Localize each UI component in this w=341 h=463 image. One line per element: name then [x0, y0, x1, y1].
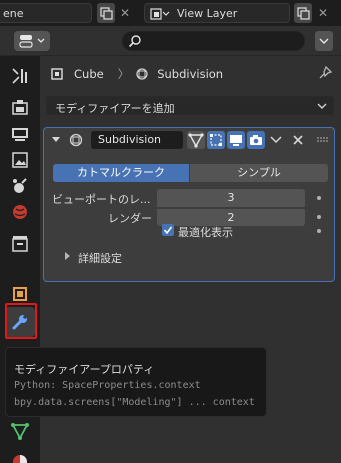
- edit-mode-toggle[interactable]: [187, 131, 205, 149]
- on-cage-toggle[interactable]: [207, 131, 225, 149]
- keyframe-dot[interactable]: [317, 196, 321, 200]
- tool-icon: [12, 68, 27, 84]
- object-icon: [13, 287, 27, 301]
- duplicate-icon: [297, 7, 310, 20]
- keyframe-dot[interactable]: [317, 229, 321, 233]
- subdivision-icon: [69, 133, 83, 147]
- tab-tool[interactable]: [8, 64, 32, 88]
- collapse-arrow-icon[interactable]: [51, 134, 61, 146]
- new-view-layer-button[interactable]: [294, 3, 312, 23]
- simple-option[interactable]: シンプル: [190, 164, 328, 182]
- modifier-name: Subdivision: [98, 133, 162, 146]
- add-modifier-dropdown[interactable]: モディファイアーを追加: [46, 96, 334, 115]
- edit-mode-icon: [188, 133, 204, 148]
- tooltip-python: Python: SpaceProperties.context: [14, 380, 201, 391]
- keyframe-dot[interactable]: [317, 215, 321, 219]
- chevron-down-icon: [319, 38, 329, 44]
- tab-render[interactable]: [8, 96, 32, 120]
- modifier-icon: [136, 68, 148, 80]
- tab-view-layer[interactable]: [8, 148, 32, 172]
- chevron-down-icon: [317, 103, 327, 109]
- editor-type-icon: [19, 35, 45, 48]
- properties-header: [0, 26, 341, 56]
- close-icon[interactable]: ✕: [120, 6, 130, 20]
- subdivision-modifier-panel: Subdivision カトマルクラーク シンプル ビューポートのレ... 3 …: [43, 127, 335, 282]
- render-toggle[interactable]: [247, 131, 265, 149]
- advanced-subpanel-label[interactable]: 詳細設定: [78, 250, 122, 266]
- world-icon: [13, 205, 27, 219]
- render-levels-label: レンダー: [108, 212, 152, 225]
- image-icon: [12, 152, 28, 168]
- object-icon: [51, 68, 63, 80]
- view-layer-icon: [150, 8, 170, 20]
- breadcrumb-modifier: Subdivision: [157, 67, 224, 81]
- tooltip: モディファイアープロパティ Python: SpaceProperties.co…: [5, 347, 267, 417]
- tab-scene[interactable]: [8, 174, 32, 198]
- breadcrumb-object: Cube: [74, 67, 104, 81]
- close-icon[interactable]: ✕: [318, 6, 328, 20]
- tab-collection[interactable]: [8, 232, 32, 256]
- viewport-display-toggle[interactable]: [227, 131, 245, 149]
- checkmark-icon: [163, 226, 173, 235]
- new-scene-button[interactable]: [97, 3, 115, 23]
- viewport-levels-label: ビューポートのレ...: [52, 193, 151, 206]
- scene-selector[interactable]: ene: [0, 3, 92, 23]
- close-icon[interactable]: [291, 133, 305, 147]
- tab-data[interactable]: [8, 419, 32, 443]
- breadcrumb-separator: 〉: [117, 67, 130, 81]
- output-icon: [12, 128, 28, 141]
- optimal-display-label: 最適化表示: [178, 226, 233, 239]
- tab-output[interactable]: [8, 122, 32, 146]
- cage-icon: [210, 134, 222, 146]
- add-modifier-label: モディファイアーを追加: [55, 102, 175, 115]
- duplicate-icon: [100, 7, 113, 20]
- mesh-data-icon: [11, 423, 29, 440]
- view-layer-selector[interactable]: View Layer: [144, 3, 290, 23]
- scene-icon: [13, 178, 27, 193]
- breadcrumb: Cube 〉 Subdivision: [50, 65, 223, 83]
- drag-handle-icon[interactable]: [316, 136, 330, 144]
- viewport-levels-field[interactable]: 3: [157, 189, 305, 207]
- monitor-icon: [230, 135, 242, 146]
- collection-icon: [12, 236, 28, 252]
- top-header-bar: ene ✕ View Layer ✕: [0, 0, 341, 26]
- view-layer-name: View Layer: [177, 7, 238, 20]
- material-icon: [13, 455, 27, 463]
- modifier-name-field[interactable]: Subdivision: [91, 131, 183, 149]
- search-input[interactable]: [122, 31, 305, 51]
- scene-name: ene: [3, 7, 24, 20]
- tab-world[interactable]: [8, 200, 32, 224]
- options-dropdown[interactable]: [315, 31, 333, 51]
- catmull-clark-option[interactable]: カトマルクラーク: [53, 164, 189, 182]
- camera-icon: [250, 135, 262, 145]
- tooltip-title: モディファイアープロパティ: [14, 363, 155, 376]
- editor-type-button[interactable]: [14, 31, 50, 51]
- modifier-header: Subdivision: [44, 128, 334, 152]
- tooltip-path: bpy.data.screens["Modeling"] ... context: [14, 397, 255, 408]
- optimal-display-checkbox[interactable]: [162, 224, 174, 236]
- tab-material[interactable]: [8, 448, 32, 463]
- chevron-down-icon[interactable]: [269, 134, 283, 146]
- pin-icon[interactable]: [317, 65, 333, 81]
- search-icon: [128, 35, 141, 48]
- render-icon: [12, 100, 28, 115]
- modifier-tab-highlight: [5, 303, 37, 339]
- expand-arrow-icon[interactable]: [64, 251, 72, 261]
